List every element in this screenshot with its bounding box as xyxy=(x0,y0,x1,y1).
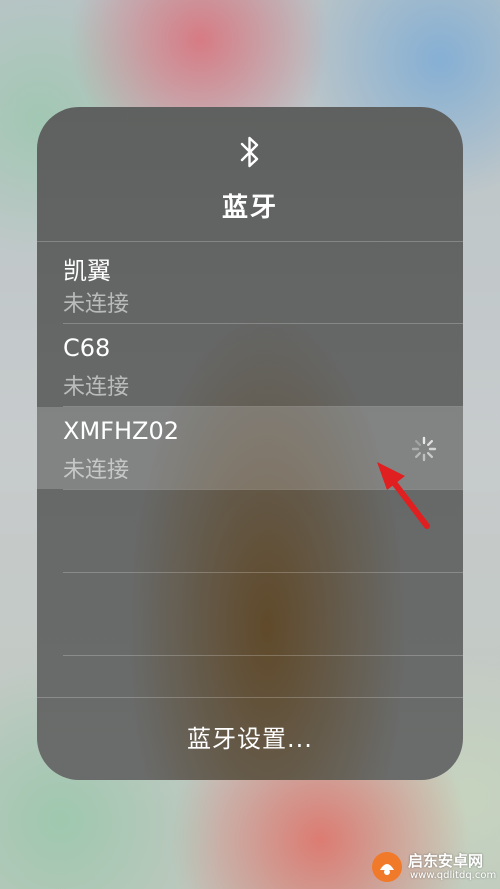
watermark-url: www.qdlitdq.com xyxy=(410,870,497,881)
divider xyxy=(37,697,463,698)
divider xyxy=(63,655,463,656)
device-name: 凯翼 xyxy=(63,257,111,285)
divider xyxy=(63,572,463,573)
device-name: C68 xyxy=(63,334,111,362)
watermark: 启东安卓网 www.qdlitdq.com xyxy=(370,848,496,886)
device-status: 未连接 xyxy=(63,458,130,483)
device-status: 未连接 xyxy=(63,375,130,400)
device-row[interactable]: C68 未连接 xyxy=(37,324,463,406)
device-status: 未连接 xyxy=(63,292,130,317)
bluetooth-settings-button[interactable]: 蓝牙设置... xyxy=(37,719,463,754)
screen: 蓝牙 凯翼 未连接 C68 未连接 XMFHZ02 未连接 蓝牙设置... 启东… xyxy=(0,0,500,889)
watermark-title: 启东安卓网 xyxy=(408,852,484,870)
watermark-logo-icon xyxy=(372,852,402,882)
device-row[interactable]: 凯翼 未连接 xyxy=(37,241,463,323)
panel-title: 蓝牙 xyxy=(221,193,278,223)
red-arrow-icon xyxy=(377,462,430,529)
device-name: XMFHZ02 xyxy=(63,417,179,445)
bluetooth-icon xyxy=(240,136,259,168)
